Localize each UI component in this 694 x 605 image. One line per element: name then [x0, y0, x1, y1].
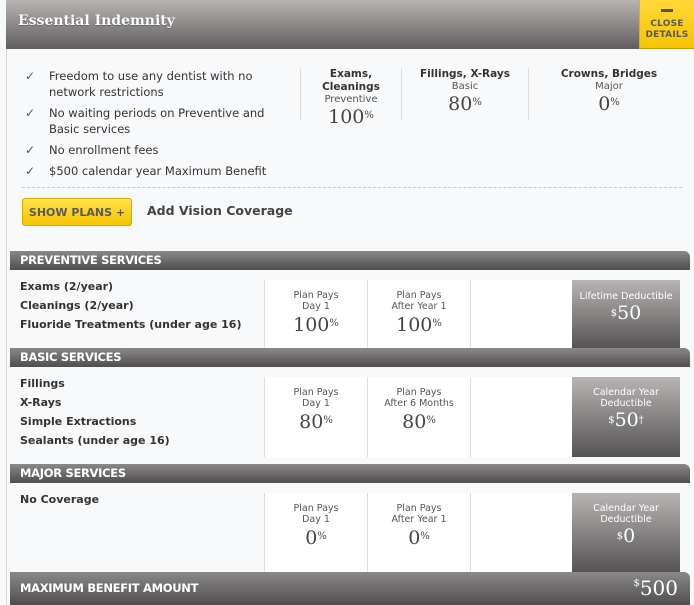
service-item: Exams (2/year)	[20, 280, 114, 293]
deductible-box-preventive: Lifetime Deductible $50	[572, 280, 680, 348]
summary-category: Preventive	[324, 94, 378, 105]
deductible-label: Calendar Year Deductible	[593, 387, 659, 409]
section-title: MAJOR SERVICES	[20, 466, 126, 480]
summary-major: Crowns, Bridges Major 0%	[528, 68, 689, 120]
checkmark-icon: ✓	[25, 106, 36, 120]
plan-pays-label: Plan Pays	[396, 290, 442, 301]
plan-pays-label: Plan Pays	[293, 387, 339, 398]
deductible-value: $0	[616, 525, 636, 547]
plan-pays-later: Plan Pays After 6 Months 80%	[367, 377, 470, 457]
feature-item: ✓ $500 calendar year Maximum Benefit	[25, 163, 290, 179]
summary-heading: Exams, Cleanings	[322, 68, 380, 93]
plan-pays-percent: 100%	[293, 314, 339, 336]
service-item: Fluoride Treatments (under age 16)	[20, 318, 242, 331]
feature-item: ✓ Freedom to use any dentist with no netw…	[25, 68, 290, 100]
divider	[22, 187, 682, 188]
plan-pays-percent: 100%	[396, 314, 442, 336]
feature-list: ✓ Freedom to use any dentist with no netw…	[25, 68, 290, 184]
plan-pays-label: Plan Pays	[293, 503, 339, 514]
summary-preventive: Exams, Cleanings Preventive 100%	[300, 68, 401, 128]
plan-pays-percent: 0%	[408, 527, 430, 549]
plan-pays-later: Plan Pays After Year 1 100%	[367, 280, 470, 348]
deductible-label: Calendar Year Deductible	[593, 503, 659, 525]
summary-percent: 100%	[328, 106, 374, 128]
service-item: Cleanings (2/year)	[20, 299, 134, 312]
add-vision-coverage-label: Add Vision Coverage	[147, 203, 293, 218]
summary-percent: 80%	[448, 93, 482, 115]
checkmark-icon: ✓	[25, 143, 36, 157]
major-services-list: No Coverage	[20, 490, 99, 509]
close-details-button[interactable]: CLOSE DETAILS	[639, 0, 694, 49]
deductible-value: $50†	[608, 409, 644, 431]
checkmark-icon: ✓	[25, 164, 36, 178]
service-item: X-Rays	[20, 396, 62, 409]
summary-heading: Crowns, Bridges	[560, 68, 658, 80]
plan-pays-period: After Year 1	[391, 514, 447, 525]
feature-item: ✓ No enrollment fees	[25, 142, 290, 158]
plan-pays-period: After Year 1	[391, 301, 447, 312]
section-title: BASIC SERVICES	[20, 350, 122, 364]
service-item: Sealants (under age 16)	[20, 434, 170, 447]
maximum-benefit-title: MAXIMUM BENEFIT AMOUNT	[20, 581, 199, 595]
plan-pays-day1: Plan Pays Day 1 0%	[264, 493, 367, 572]
summary-percent: 0%	[598, 93, 620, 115]
plan-pays-day1: Plan Pays Day 1 80%	[264, 377, 367, 457]
empty-cell	[470, 280, 572, 348]
summary-basic: Fillings, X-Rays Basic 80%	[401, 68, 528, 120]
checkmark-icon: ✓	[25, 69, 36, 83]
deductible-box-major: Calendar Year Deductible $0	[572, 493, 680, 572]
plan-pays-later: Plan Pays After Year 1 0%	[367, 493, 470, 572]
deductible-label: Lifetime Deductible	[579, 291, 673, 302]
service-item: Simple Extractions	[20, 415, 137, 428]
section-header-basic: BASIC SERVICES	[10, 348, 690, 367]
plan-title: Essential Indemnity	[18, 13, 175, 29]
plan-pays-label: Plan Pays	[293, 290, 339, 301]
section-header-preventive: PREVENTIVE SERVICES	[10, 251, 690, 270]
feature-text: $500 calendar year Maximum Benefit	[49, 164, 267, 178]
preventive-services-list: Exams (2/year) Cleanings (2/year) Fluori…	[20, 277, 241, 334]
summary-category: Basic	[451, 81, 479, 92]
plan-pays-label: Plan Pays	[396, 503, 442, 514]
service-item: No Coverage	[20, 493, 100, 506]
summary-heading: Fillings, X-Rays	[420, 68, 510, 80]
maximum-benefit-amount: $500	[633, 576, 678, 600]
feature-text: No enrollment fees	[49, 143, 159, 157]
summary-category: Major	[595, 81, 623, 92]
plan-pays-period: Day 1	[302, 514, 330, 525]
plan-pays-label: Plan Pays	[396, 387, 442, 398]
minus-icon	[661, 9, 673, 12]
deductible-box-basic: Calendar Year Deductible $50†	[572, 377, 680, 457]
deductible-value: $50	[610, 302, 642, 324]
plan-pays-percent: 0%	[305, 527, 327, 549]
feature-text: Freedom to use any dentist with no netwo…	[49, 69, 253, 99]
empty-cell	[470, 493, 572, 572]
plan-pays-day1: Plan Pays Day 1 100%	[264, 280, 367, 348]
feature-text: No waiting periods on Preventive and Bas…	[49, 106, 265, 136]
coverage-summary: Exams, Cleanings Preventive 100% Filling…	[300, 68, 690, 128]
close-label-line1: CLOSE	[650, 19, 684, 29]
plan-pays-period: Day 1	[302, 301, 330, 312]
plan-header: Essential Indemnity CLOSE DETAILS	[6, 0, 694, 49]
empty-cell	[470, 377, 572, 457]
feature-item: ✓ No waiting periods on Preventive and Ba…	[25, 105, 290, 137]
close-label-line2: DETAILS	[645, 30, 689, 40]
section-header-major: MAJOR SERVICES	[10, 464, 690, 483]
show-plans-button[interactable]: SHOW PLANS +	[22, 198, 132, 226]
service-item: Fillings	[20, 377, 65, 390]
basic-services-list: Fillings X-Rays Simple Extractions Seala…	[20, 374, 170, 450]
plan-pays-percent: 80%	[402, 411, 436, 433]
section-title: PREVENTIVE SERVICES	[20, 253, 162, 267]
plan-pays-period: After 6 Months	[384, 398, 454, 409]
maximum-benefit-bar: MAXIMUM BENEFIT AMOUNT $500	[10, 572, 690, 605]
plan-pays-period: Day 1	[302, 398, 330, 409]
plan-pays-percent: 80%	[299, 411, 333, 433]
